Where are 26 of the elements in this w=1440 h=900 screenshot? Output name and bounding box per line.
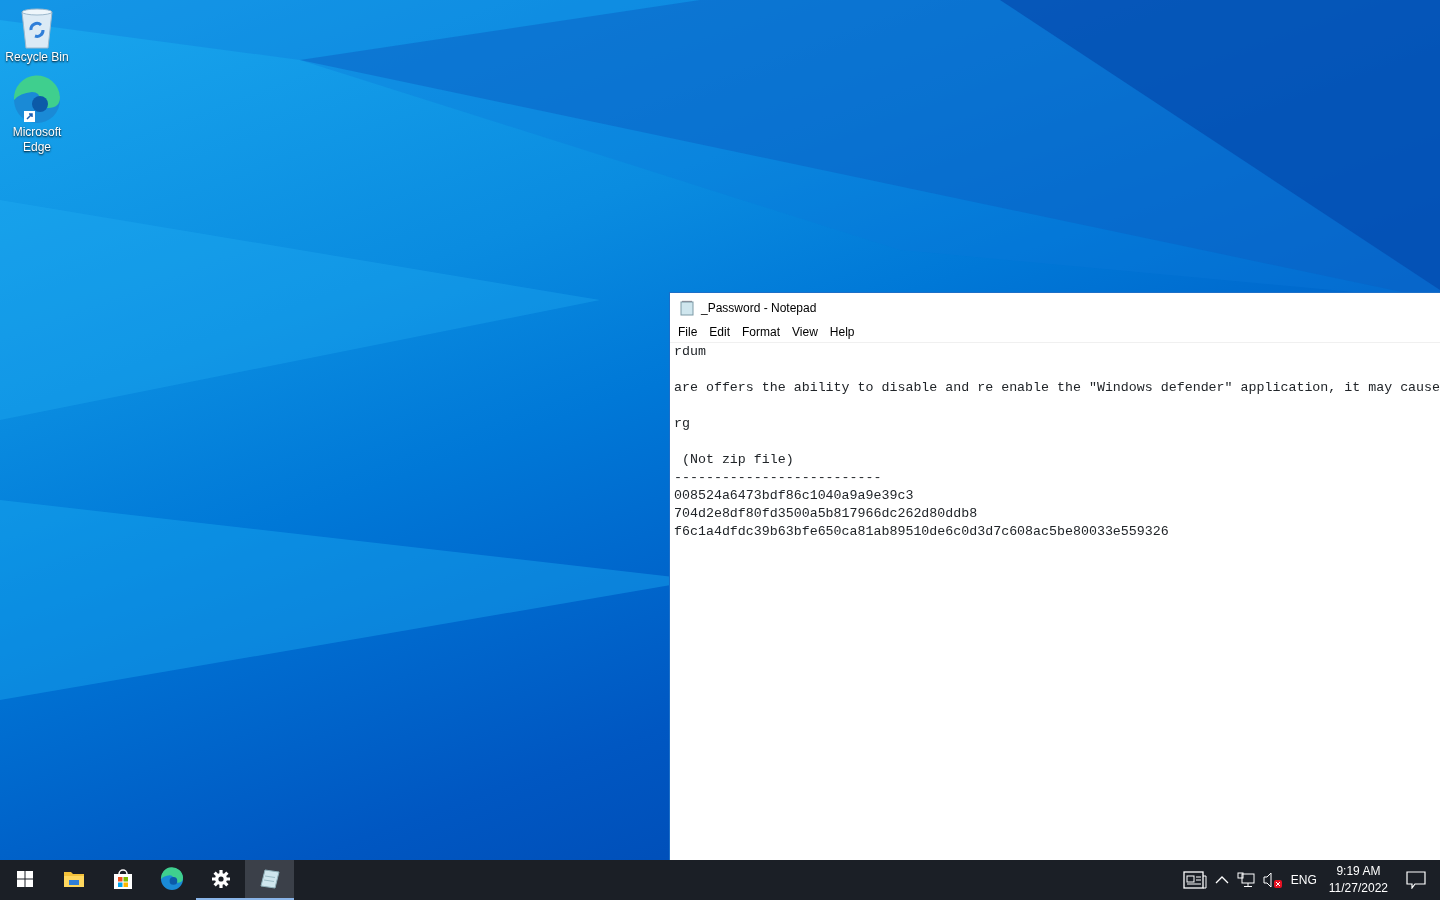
clock-date[interactable]: 11/27/2022 (1328, 880, 1388, 897)
clock-time[interactable]: 9:19 AM (1336, 863, 1381, 880)
menu-item[interactable]: Format (736, 323, 787, 341)
menu-item[interactable]: Help (823, 323, 861, 341)
text-line: 008524a6473bdf86c1040a9a9e39c3 (674, 487, 914, 505)
menu-item[interactable]: View (786, 323, 824, 341)
notepad-icon (679, 299, 695, 316)
folder-icon (62, 869, 85, 889)
taskbar-button[interactable] (245, 860, 294, 900)
text-line: rdum (674, 343, 706, 361)
shopping-bag-icon (111, 868, 134, 890)
start-icon (16, 871, 33, 887)
text-line: -------------------------- (674, 469, 882, 487)
text-line: (Not zip file) (680, 451, 794, 469)
notepad-icon (258, 868, 281, 890)
settings-icon (210, 869, 231, 889)
text-line: rg (674, 415, 690, 433)
text-line: 704d2e8df80fd3500a5b817966dc262d80ddb8 (674, 505, 978, 523)
edge-icon[interactable] (12, 75, 62, 125)
text-line: f6c1a4dfdc39b63bfe650ca81ab89510de6c0d3d7c608ac5be80033e559326 (674, 523, 1169, 541)
window-title: _Password - Notepad (701, 299, 817, 317)
edge-icon (159, 867, 184, 891)
language-indicator[interactable]: ENG (1286, 860, 1321, 900)
menu-item[interactable]: File (672, 323, 704, 341)
menu-item[interactable]: Edit (703, 323, 737, 341)
text-line: are offers the ability to disable and re enable the "Windows defender" application, it may cause (674, 379, 1440, 397)
